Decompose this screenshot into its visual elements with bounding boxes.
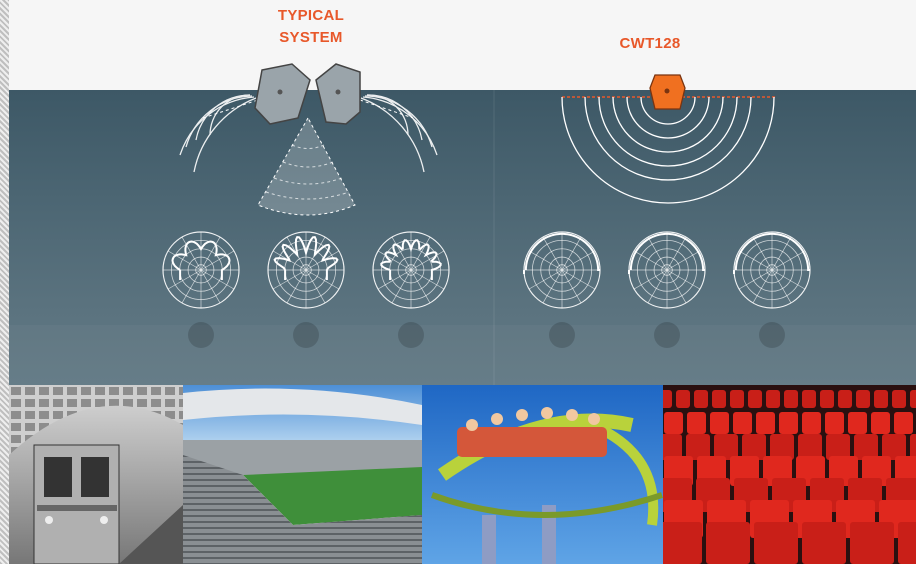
theater-seat: [848, 412, 867, 434]
theater-seat: [802, 522, 846, 564]
theater-seat: [898, 522, 916, 564]
typical-polar-plot: [162, 231, 240, 309]
theater-seat: [754, 522, 798, 564]
theater-seat: [687, 412, 706, 434]
cwt-polar-plot: [523, 231, 601, 309]
photo-subway: [9, 385, 183, 564]
rollercoaster-image: [422, 385, 663, 564]
theater-seat: [712, 390, 726, 408]
coverage-diagram: [162, 63, 811, 348]
theater-seat: [820, 390, 834, 408]
theater-seat: [825, 412, 844, 434]
theater-seat: [756, 412, 775, 434]
theater-seat: [850, 522, 894, 564]
shadow-dots: [188, 322, 785, 348]
theater-seat: [676, 390, 690, 408]
theater-seat: [892, 390, 906, 408]
theater-seat: [802, 390, 816, 408]
typical-right-arcs: [360, 94, 438, 173]
theater-seat: [910, 390, 916, 408]
photo-stadium: [183, 385, 422, 564]
theater-seat: [838, 390, 852, 408]
theater-seat: [706, 522, 750, 564]
cwt-polar-plot: [628, 231, 706, 309]
theater-seat: [784, 390, 798, 408]
stadium-image: [183, 385, 422, 564]
theater-seat: [802, 412, 821, 434]
theater-seat: [710, 412, 729, 434]
theater-seat: [694, 390, 708, 408]
theater-seat: [766, 390, 780, 408]
cwt-coverage-arcs: [561, 96, 775, 204]
theater-seat: [874, 390, 888, 408]
subway-image: [9, 385, 183, 564]
theater-seat: [663, 522, 702, 564]
typical-speaker-left: [254, 63, 311, 125]
theater-seat-rows: [663, 390, 916, 564]
typical-polar-plot: [372, 231, 450, 309]
theater-seat: [871, 412, 890, 434]
typical-polar-plot: [267, 231, 345, 309]
theater-seat: [733, 412, 752, 434]
typical-left-arcs: [179, 94, 257, 173]
theater-seat: [856, 390, 870, 408]
application-photos: [9, 385, 916, 564]
theater-seat: [663, 390, 672, 408]
theater-seat: [748, 390, 762, 408]
theater-seat: [730, 390, 744, 408]
typical-speaker-left-driver: [277, 89, 283, 95]
theater-seat: [664, 412, 683, 434]
cwt128-speaker-driver: [664, 88, 670, 94]
typical-speaker-right-driver: [335, 89, 341, 95]
photo-theater: [663, 385, 916, 564]
theater-image: [663, 385, 916, 564]
theater-seat: [779, 412, 798, 434]
theater-seat: [894, 412, 913, 434]
cwt-polar-plot: [733, 231, 811, 309]
photo-rollercoaster: [422, 385, 663, 564]
polar-plots: [162, 231, 811, 309]
